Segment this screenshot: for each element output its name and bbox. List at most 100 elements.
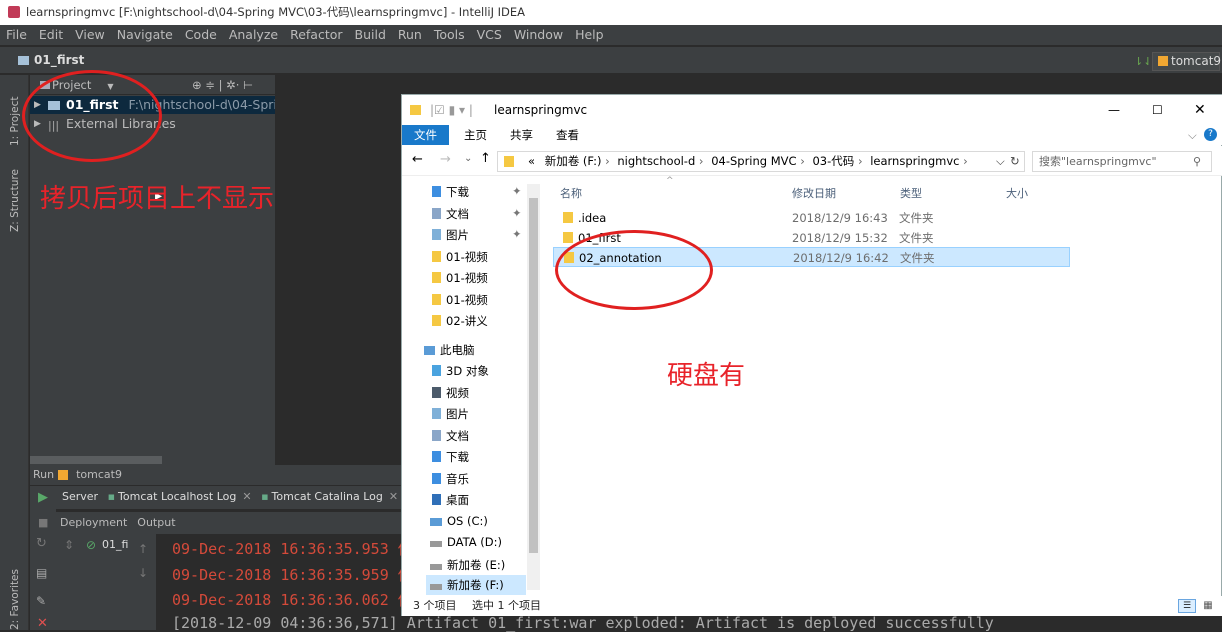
chevron-down-icon[interactable]: ⌵ [996, 152, 1005, 171]
pin-icon[interactable]: ✦ [512, 206, 522, 220]
refresh-icon[interactable]: ↻ [1010, 152, 1020, 171]
crumb-nightschool[interactable]: nightschool-d [617, 154, 695, 168]
tomcat-icon [58, 470, 68, 480]
address-bar[interactable]: « 新加卷 (F:) › nightschool-d › 04-Spring M… [497, 151, 1025, 172]
nav-item[interactable]: OS (C:) [430, 514, 488, 528]
ribbon-tab-share[interactable]: 共享 [510, 125, 533, 145]
crumb-drive-f[interactable]: 新加卷 (F:) [545, 154, 602, 168]
nav-item[interactable]: 音乐 [432, 471, 469, 487]
menu-vcs[interactable]: VCS [477, 27, 502, 42]
column-header-type[interactable]: 类型 [900, 185, 922, 201]
close-icon[interactable]: ✕ [37, 616, 48, 631]
pin-icon[interactable]: ✦ [512, 184, 522, 198]
down-arrow-icon[interactable]: ↓ [138, 566, 148, 580]
editor-area[interactable] [275, 75, 405, 465]
crumb-overflow[interactable]: « [528, 154, 535, 168]
menu-code[interactable]: Code [185, 27, 217, 42]
deployment-tree: ⇕ ⊘ 01_fi ↑ ↓ [56, 534, 156, 630]
menu-navigate[interactable]: Navigate [117, 27, 173, 42]
nav-item-this-pc[interactable]: 此电脑 [424, 342, 475, 358]
minimize-icon[interactable]: — [1108, 95, 1120, 125]
menu-help[interactable]: Help [575, 27, 604, 42]
nav-item[interactable]: 桌面 [432, 492, 469, 508]
large-icons-view-icon[interactable]: ▦ [1200, 599, 1216, 613]
column-header-name[interactable]: 名称 [560, 185, 582, 201]
menu-view[interactable]: View [75, 27, 105, 42]
menu-edit[interactable]: Edit [39, 27, 63, 42]
close-icon[interactable]: ✕ [1194, 95, 1206, 125]
menu-build[interactable]: Build [355, 27, 386, 42]
folder-icon [432, 251, 441, 262]
nav-item-selected[interactable]: 新加卷 (F:) [426, 575, 526, 595]
panel-toolbar-icons[interactable]: ⊕ ≑ | ✲· ⊢ [192, 75, 253, 95]
menu-analyze[interactable]: Analyze [229, 27, 278, 42]
up-arrow-icon[interactable]: ↑ [138, 542, 148, 556]
file-row[interactable]: .idea 2018/12/9 16:43 文件夹 [553, 208, 1070, 228]
ribbon-tab-home[interactable]: 主页 [464, 125, 487, 145]
forward-icon[interactable]: → [440, 152, 451, 167]
nav-item[interactable]: 文档 ✦ [432, 206, 522, 222]
deployment-label: Deployment [60, 516, 128, 529]
menu-tools[interactable]: Tools [434, 27, 465, 42]
back-icon[interactable]: ← [412, 152, 423, 167]
log-line: 09-Dec-2018 16:36:36.062 信 [172, 591, 413, 609]
folder-icon [563, 232, 573, 243]
breadcrumb[interactable]: 01_first [34, 53, 84, 67]
deploy-item[interactable]: 01_fi [102, 538, 128, 551]
crumb-spring-mvc[interactable]: 04-Spring MVC [711, 154, 796, 168]
column-header-size[interactable]: 大小 [1006, 185, 1028, 201]
move-icon[interactable]: ⇕ [64, 538, 74, 552]
nav-item[interactable]: DATA (D:) [430, 535, 502, 549]
nav-item[interactable]: 下载 [432, 449, 469, 465]
menu-run[interactable]: Run [398, 27, 422, 42]
close-tab-icon[interactable]: ✕ [389, 490, 398, 503]
nav-item[interactable]: 图片 [432, 406, 469, 422]
crumb-learnspringmvc[interactable]: learnspringmvc [870, 154, 959, 168]
menu-window[interactable]: Window [514, 27, 563, 42]
horizontal-scrollbar[interactable] [30, 456, 162, 464]
layout-icon[interactable]: ▤ [36, 566, 47, 580]
menu-refactor[interactable]: Refactor [290, 27, 342, 42]
maximize-icon[interactable]: ☐ [1152, 95, 1163, 125]
nav-item[interactable]: 02-讲义 [432, 313, 488, 329]
tab-catalina-log[interactable]: Tomcat Catalina Log [272, 490, 383, 503]
menu-file[interactable]: File [6, 27, 27, 42]
search-box[interactable]: 搜索"learnspringmvc" ⚲ [1032, 151, 1212, 172]
pin-icon[interactable]: ✦ [512, 227, 522, 241]
column-header-date[interactable]: 修改日期 [792, 185, 836, 201]
run-icon[interactable]: ▶ [38, 490, 48, 505]
nav-item[interactable]: 图片 ✦ [432, 227, 522, 243]
rerun-icon[interactable]: ↻ [36, 536, 47, 551]
nav-scrollbar-thumb[interactable] [529, 198, 538, 553]
recent-icon[interactable]: ⌄ [464, 153, 472, 164]
up-icon[interactable]: ↑ [480, 151, 491, 166]
favorites-tool-tab[interactable]: 2: Favorites [9, 566, 21, 630]
nav-item[interactable]: 01-视频 [432, 270, 488, 286]
crumb-code[interactable]: 03-代码 [812, 154, 854, 168]
file-date: 2018/12/9 16:43 [792, 211, 888, 225]
pin-icon[interactable]: ✎ [36, 594, 46, 608]
stop-icon[interactable]: ■ [38, 516, 48, 529]
details-view-icon[interactable]: ☰ [1178, 599, 1196, 613]
nav-item[interactable]: 01-视频 [432, 292, 488, 308]
ribbon-tab-view[interactable]: 查看 [556, 125, 579, 145]
log-icon: ▪ [261, 490, 269, 503]
nav-item[interactable]: 下载 ✦ [432, 184, 522, 200]
help-icon[interactable]: ? [1204, 128, 1217, 141]
file-date: 2018/12/9 15:32 [792, 231, 888, 245]
build-icon[interactable]: ⇂⇃ [1134, 55, 1152, 68]
folder-icon [432, 294, 441, 305]
nav-item[interactable]: 新加卷 (E:) [430, 557, 505, 573]
structure-tool-tab[interactable]: Z: Structure [9, 162, 21, 232]
nav-item[interactable]: 01-视频 [432, 249, 488, 265]
chevron-down-icon[interactable]: ⌵ [1188, 125, 1197, 145]
ribbon-tab-file[interactable]: 文件 [402, 125, 449, 145]
nav-item[interactable]: 视频 [432, 385, 469, 401]
close-tab-icon[interactable]: ✕ [242, 490, 251, 503]
tab-server[interactable]: Server [62, 490, 98, 503]
nav-item[interactable]: 3D 对象 [432, 363, 489, 379]
nav-item[interactable]: 文档 [432, 428, 469, 444]
quick-access-icons[interactable]: |☑ ▮ ▾ | [430, 95, 473, 125]
project-tool-tab[interactable]: 1: Project [9, 86, 21, 146]
tab-localhost-log[interactable]: Tomcat Localhost Log [118, 490, 236, 503]
